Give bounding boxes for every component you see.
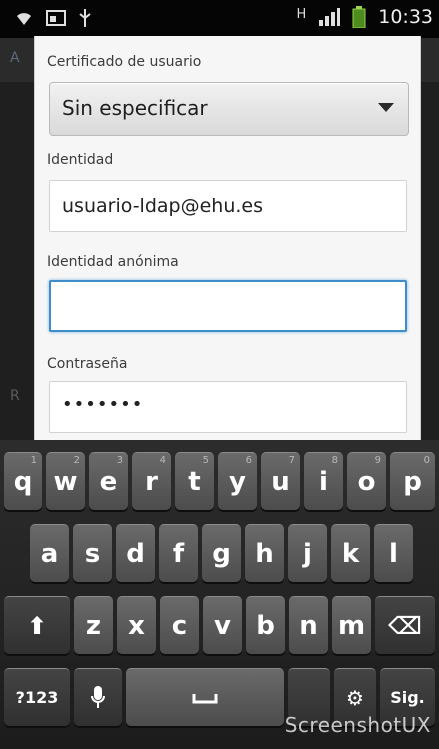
key-r[interactable]: r4 — [132, 452, 171, 510]
key-d[interactable]: d — [116, 524, 155, 582]
chevron-down-icon — [378, 103, 394, 112]
key-i[interactable]: i8 — [304, 452, 343, 510]
key-u[interactable]: u7 — [261, 452, 300, 510]
gallery-notification-icon — [46, 10, 66, 26]
key-n[interactable]: n — [289, 596, 328, 654]
wifi-icon — [17, 13, 31, 25]
key-w[interactable]: w2 — [46, 452, 85, 510]
background-header-text: A — [10, 50, 20, 66]
eap-settings-dialog: Certificado de usuario Sin especificar I… — [34, 36, 421, 440]
key-b[interactable]: b — [246, 596, 285, 654]
key-e[interactable]: e3 — [89, 452, 128, 510]
gear-icon: ⚙ — [346, 685, 364, 710]
key-c[interactable]: c — [160, 596, 199, 654]
password-input[interactable]: ••••••• — [49, 381, 407, 433]
microphone-icon — [91, 685, 105, 708]
identity-input[interactable]: usuario-ldap@ehu.es — [49, 180, 407, 232]
identity-label: Identidad — [47, 152, 114, 168]
shift-key[interactable]: ⬆ — [4, 596, 70, 654]
key-t[interactable]: t5 — [175, 452, 214, 510]
key-v[interactable]: v — [203, 596, 242, 654]
shift-icon: ⬆ — [26, 611, 48, 640]
space-key[interactable] — [126, 668, 284, 726]
watermark: ScreenshotUX — [284, 713, 431, 737]
key-k[interactable]: k — [331, 524, 370, 582]
user-certificate-label: Certificado de usuario — [47, 54, 202, 70]
key-j[interactable]: j — [288, 524, 327, 582]
key-y[interactable]: y6 — [218, 452, 257, 510]
signal-icon — [319, 8, 341, 26]
key-g[interactable]: g — [202, 524, 241, 582]
key-m[interactable]: m — [332, 596, 371, 654]
key-f[interactable]: f — [159, 524, 198, 582]
clock: 10:33 — [378, 6, 433, 28]
network-type-label: H — [296, 6, 307, 22]
usb-icon — [79, 9, 91, 27]
key-h[interactable]: h — [245, 524, 284, 582]
symbols-key[interactable]: ?123 — [4, 668, 70, 726]
delete-key[interactable]: ⌫ — [375, 596, 435, 654]
anonymous-identity-input[interactable] — [49, 280, 407, 332]
backspace-icon: ⌫ — [388, 611, 422, 640]
anonymous-identity-label: Identidad anónima — [47, 254, 179, 270]
key-l[interactable]: l — [374, 524, 413, 582]
user-certificate-dropdown[interactable]: Sin especificar — [49, 82, 409, 136]
key-z[interactable]: z — [74, 596, 113, 654]
space-bar-icon — [192, 693, 218, 703]
soft-keyboard: q1 w2 e3 r4 t5 y6 u7 i8 o9 p0 a s d f g … — [0, 440, 439, 749]
password-label: Contraseña — [47, 356, 128, 372]
user-certificate-value: Sin especificar — [62, 96, 208, 120]
battery-icon — [352, 6, 366, 28]
key-p[interactable]: p0 — [390, 452, 435, 510]
background-list-text: R — [10, 388, 20, 404]
status-bar: H 10:33 — [0, 0, 439, 38]
key-a[interactable]: a — [30, 524, 69, 582]
voice-input-key[interactable] — [74, 668, 122, 726]
key-q[interactable]: q1 — [4, 452, 42, 510]
key-x[interactable]: x — [117, 596, 156, 654]
key-o[interactable]: o9 — [347, 452, 386, 510]
key-s[interactable]: s — [73, 524, 112, 582]
